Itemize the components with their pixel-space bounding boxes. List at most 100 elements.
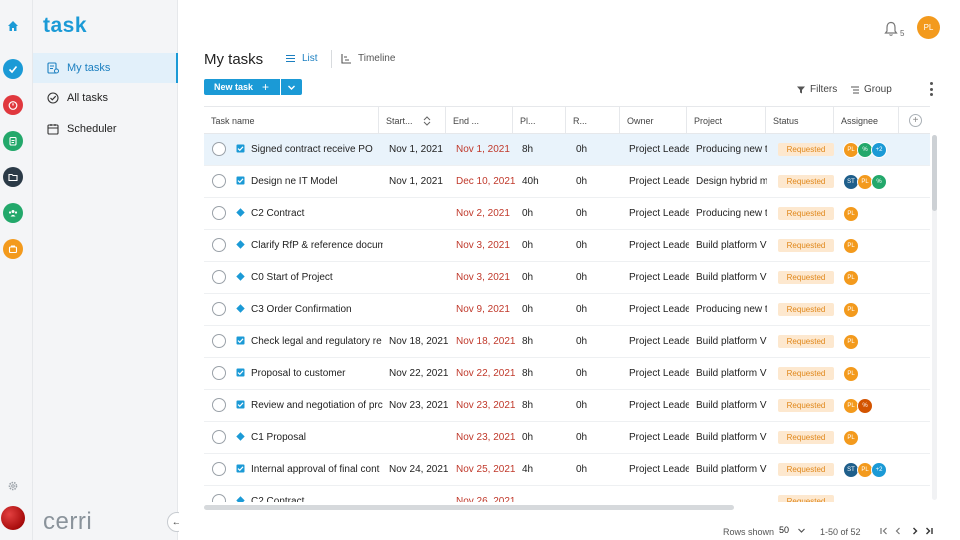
task-name-cell[interactable]: C3 Order Confirmation <box>251 294 383 325</box>
complete-task-checkbox[interactable] <box>212 270 226 284</box>
column-header-task-name[interactable]: Task name <box>204 107 379 134</box>
rows-per-page-select[interactable]: 50 <box>779 525 806 535</box>
complete-task-checkbox[interactable] <box>212 430 226 444</box>
table-row[interactable]: C0 Start of Project Nov 3, 2021 0h 0h Projec… <box>204 262 930 294</box>
tab-timeline[interactable]: Timeline <box>341 53 395 64</box>
column-header-status[interactable]: Status <box>766 107 834 134</box>
table-row[interactable]: Signed contract receive PO Nov 1, 2021 Nov… <box>204 134 930 166</box>
previous-page-icon[interactable] <box>892 525 904 537</box>
task-icon <box>236 368 245 377</box>
column-header-start[interactable]: Start... <box>379 107 446 134</box>
avatar[interactable]: PL <box>843 302 859 318</box>
task-name-cell[interactable]: Clarify RfP & reference docum <box>251 230 383 261</box>
complete-task-checkbox[interactable] <box>212 142 226 156</box>
complete-task-checkbox[interactable] <box>212 366 226 380</box>
end-date-cell: Nov 9, 2021 <box>456 304 510 315</box>
task-name-cell[interactable]: Proposal to customer <box>251 358 383 389</box>
table-row[interactable]: C3 Order Confirmation Nov 9, 2021 0h 0h Proj… <box>204 294 930 326</box>
column-header-assignee[interactable]: Assignee <box>834 107 899 134</box>
planned-cell: 0h <box>522 272 534 283</box>
bell-icon[interactable] <box>882 20 900 38</box>
project-cell: Producing new t <box>696 144 767 155</box>
complete-task-checkbox[interactable] <box>212 238 226 252</box>
avatar[interactable]: PL <box>843 334 859 350</box>
avatar[interactable]: PL <box>843 238 859 254</box>
tab-list[interactable]: List <box>285 53 318 64</box>
complete-task-checkbox[interactable] <box>212 206 226 220</box>
avatar[interactable]: PL <box>843 270 859 286</box>
task-name-cell[interactable]: C0 Start of Project <box>251 262 383 293</box>
nav-item-my-tasks[interactable]: My tasks <box>33 53 178 83</box>
folder-icon[interactable] <box>3 167 23 187</box>
milestone-icon <box>236 304 245 313</box>
add-column-button[interactable]: + <box>909 114 922 127</box>
avatar[interactable]: % <box>871 174 887 190</box>
table-row[interactable]: C2 Contract Nov 26, 2021 Requested <box>204 486 930 502</box>
table-row[interactable]: C2 Contract Nov 2, 2021 0h 0h Project Leade P… <box>204 198 930 230</box>
clipboard-icon[interactable] <box>3 131 23 151</box>
briefcase-icon[interactable] <box>3 239 23 259</box>
project-cell: Build platform V <box>696 432 767 443</box>
avatar[interactable]: PL <box>843 430 859 446</box>
column-header-end[interactable]: End ... <box>446 107 513 134</box>
column-header-owner[interactable]: Owner <box>620 107 687 134</box>
task-name-cell[interactable]: C1 Proposal <box>251 422 383 453</box>
task-name-cell[interactable]: Signed contract receive PO <box>251 134 383 165</box>
table-row[interactable]: Clarify RfP & reference docum Nov 3, 2021… <box>204 230 930 262</box>
table-row[interactable]: Design ne IT Model Nov 1, 2021 Dec 10, 202… <box>204 166 930 198</box>
column-header-remaining[interactable]: R... <box>566 107 620 134</box>
avatar[interactable]: PL <box>843 366 859 382</box>
timer-icon[interactable] <box>3 95 23 115</box>
end-date-cell: Nov 1, 2021 <box>456 144 510 155</box>
group-button[interactable]: Group <box>850 84 892 95</box>
vertical-scrollbar-thumb[interactable] <box>932 135 937 211</box>
nav-item-scheduler[interactable]: Scheduler <box>33 114 178 144</box>
new-task-dropdown-button[interactable] <box>281 79 302 95</box>
end-date-cell: Nov 26, 2021 <box>456 496 516 502</box>
task-name-cell[interactable]: C2 Contract <box>251 198 383 229</box>
task-name-cell[interactable]: C2 Contract <box>251 486 383 502</box>
avatar[interactable]: PL <box>843 206 859 222</box>
nav-item-label: All tasks <box>67 92 108 104</box>
avatar[interactable]: +2 <box>871 462 887 478</box>
task-name-cell[interactable]: Check legal and regulatory re <box>251 326 383 357</box>
task-name-cell[interactable]: Internal approval of final cont <box>251 454 383 485</box>
column-header-project[interactable]: Project <box>687 107 766 134</box>
end-date-cell: Nov 3, 2021 <box>456 240 510 251</box>
complete-task-checkbox[interactable] <box>212 494 226 502</box>
table-row[interactable]: Proposal to customer Nov 22, 2021 Nov 22, … <box>204 358 930 390</box>
complete-task-checkbox[interactable] <box>212 302 226 316</box>
filters-button[interactable]: Filters <box>796 84 837 95</box>
horizontal-scrollbar-thumb[interactable] <box>204 505 734 510</box>
remaining-cell: 0h <box>576 208 588 219</box>
app-logo: task <box>43 14 88 37</box>
next-page-icon[interactable] <box>909 525 921 537</box>
team-icon[interactable] <box>3 203 23 223</box>
table-row[interactable]: C1 Proposal Nov 23, 2021 0h 0h Project Leade… <box>204 422 930 454</box>
complete-task-checkbox[interactable] <box>212 334 226 348</box>
complete-task-checkbox[interactable] <box>212 174 226 188</box>
group-icon <box>851 86 859 93</box>
nav-item-all-tasks[interactable]: All tasks <box>33 83 178 113</box>
home-icon[interactable] <box>3 16 23 36</box>
task-name-cell[interactable]: Design ne IT Model <box>251 166 383 197</box>
user-avatar[interactable]: PL <box>917 16 940 39</box>
check-icon[interactable] <box>3 59 23 79</box>
complete-task-checkbox[interactable] <box>212 398 226 412</box>
column-header-planned[interactable]: Pl... <box>513 107 566 134</box>
table-row[interactable]: Internal approval of final cont Nov 24, 2… <box>204 454 930 486</box>
last-page-icon[interactable] <box>923 525 935 537</box>
avatar[interactable]: +2 <box>871 142 887 158</box>
complete-task-checkbox[interactable] <box>212 462 226 476</box>
first-page-icon[interactable] <box>878 525 890 537</box>
assignee-avatars: PL <box>843 206 859 222</box>
remaining-cell: 0h <box>576 272 588 283</box>
new-task-button[interactable]: New task + <box>204 79 280 95</box>
table-row[interactable]: Check legal and regulatory re Nov 18, 202… <box>204 326 930 358</box>
settings-icon[interactable] <box>3 476 23 496</box>
more-options-icon[interactable] <box>928 82 934 96</box>
avatar[interactable]: % <box>857 398 873 414</box>
task-name-cell[interactable]: Review and negotiation of prc <box>251 390 383 421</box>
table-row[interactable]: Review and negotiation of prc Nov 23, 202… <box>204 390 930 422</box>
start-date-cell <box>389 198 449 229</box>
